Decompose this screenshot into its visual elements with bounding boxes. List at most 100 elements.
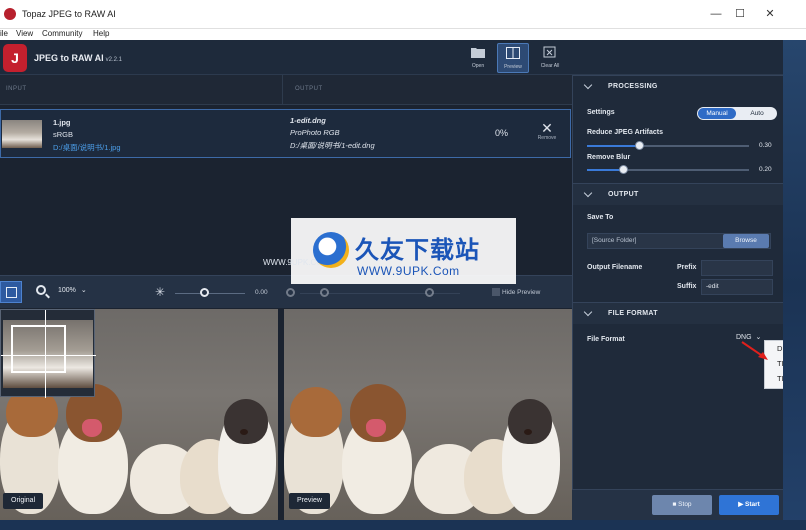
stop-button[interactable]: ■ Stop [652,495,712,515]
mode-auto-button[interactable]: Auto [739,108,775,119]
close-icon: ✕ [541,120,553,136]
menu-bar: ile View Community Help [0,29,806,40]
file-format-label: File Format [587,336,625,343]
chevron-down-icon: ⌄ [80,287,87,294]
prefix-label: Prefix [677,264,697,271]
navigator-guide-horizontal [1,355,96,356]
open-button[interactable]: Open [462,43,494,73]
file-thumbnail [2,120,42,148]
watermark-overlay: WWW.9UPK.COM 久友下载站 WWW.9UPK.Com [263,218,516,284]
preview-label: Preview [289,493,330,509]
app-header: J JPEG to RAW AI v2.2.1 Open Preview Clea… [0,40,572,75]
clear-all-button[interactable]: Clear All [534,43,566,73]
puppy-nose [240,429,248,435]
puppy-head [224,399,268,444]
hide-preview-toggle[interactable]: Hide Preview [492,288,541,296]
checkbox-icon [492,288,500,296]
maximize-button[interactable]: ☐ [730,5,750,23]
start-button[interactable]: ▶ Start [719,495,779,515]
original-label: Original [3,493,44,509]
close-button[interactable]: ✕ [760,5,780,23]
preview-slider-knob-3[interactable] [320,288,329,297]
window-title: Topaz JPEG to RAW AI [22,9,116,19]
mode-manual-button[interactable]: Manual [698,108,736,119]
input-column-header: INPUT [6,86,27,92]
preview-slider-track[interactable] [175,293,245,294]
reduce-artifacts-value: 0.30 [759,142,772,149]
output-color-space: ProPhoto RGB [290,128,340,137]
puppy-tongue [366,419,386,437]
remove-blur-knob[interactable] [619,165,628,174]
hide-preview-label: Hide Preview [502,289,541,296]
reduce-artifacts-knob[interactable] [635,141,644,150]
navigator-panel[interactable] [0,309,96,398]
menu-file[interactable]: ile [0,29,8,39]
prefix-input[interactable] [701,260,773,276]
window-titlebar: Topaz JPEG to RAW AI — ☐ ✕ [0,0,806,29]
zoom-select[interactable]: 100% ⌄ [58,286,98,300]
output-filename-label: Output Filename [587,264,643,271]
menu-view[interactable]: View [16,29,33,39]
preview-button[interactable]: Preview [497,43,529,73]
output-file-path: D:/桌面/说明书/1-edit.dng [290,141,375,150]
app-icon [4,8,16,20]
navigator-viewbox[interactable] [11,325,66,373]
output-section-header[interactable]: OUTPUT [573,183,784,205]
input-file-name: 1.jpg [53,118,71,127]
output-title: OUTPUT [608,191,639,198]
reduce-artifacts-label: Reduce JPEG Artifacts [587,129,663,136]
suffix-input[interactable]: -edit [701,279,773,295]
file-format-title: FILE FORMAT [608,310,658,317]
zoom-value: 100% [58,287,76,294]
navigator-guide-vertical [45,310,46,398]
app-version: v2.2.1 [105,57,123,63]
remove-button[interactable]: ✕ Remove [535,121,559,141]
start-label: Start [745,501,760,508]
file-format-section-header[interactable]: FILE FORMAT [573,302,784,324]
input-file-path[interactable]: D:/桌面/说明书/1.jpg [53,142,121,153]
puppy-head [290,387,342,437]
menu-community[interactable]: Community [42,29,82,39]
file-row[interactable]: 1.jpg sRGB D:/桌面/说明书/1.jpg 1-edit.dng Pr… [0,109,571,158]
app-logo: J [3,44,27,72]
brightness-icon: ✳ [154,285,166,299]
settings-label: Settings [587,109,615,116]
preview-slider-knob-4[interactable] [425,288,434,297]
annotation-arrow-icon [741,341,768,360]
preview-slider-value: 0.00 [255,289,268,296]
menu-help[interactable]: Help [93,29,109,39]
input-color-space: sRGB [53,130,74,139]
zoom-icon[interactable] [36,285,46,295]
mode-toggle[interactable]: Manual Auto [697,107,777,120]
output-file-name: 1-edit.dng [290,116,326,125]
desktop-background [783,40,806,530]
save-to-label: Save To [587,214,614,221]
column-divider [282,75,283,105]
clear-all-icon [543,46,556,58]
chevron-down-icon [583,188,593,198]
preview-slider-knob-2[interactable] [286,288,295,297]
chevron-down-icon [583,307,593,317]
reduce-artifacts-slider[interactable] [587,145,749,147]
remove-label: Remove [537,135,557,141]
processing-section-header[interactable]: PROCESSING [573,75,784,97]
progress-percent: 0% [495,128,509,138]
remove-blur-label: Remove Blur [587,154,631,161]
preview-slider-knob[interactable] [200,288,209,297]
preview-label: Preview [504,64,522,70]
processing-title: PROCESSING [608,83,658,90]
split-view-button[interactable] [0,281,22,303]
app-name: JPEG to RAW AI [34,53,104,63]
settings-panel: PROCESSING Settings Manual Auto Reduce J… [572,75,784,520]
suffix-label: Suffix [677,283,697,290]
watermark-logo-icon [313,232,349,268]
browse-button[interactable]: Browse [723,234,769,248]
action-bar: ■ Stop ▶ Start [572,489,783,520]
chevron-down-icon [583,80,593,90]
right-header-strip [572,40,783,75]
preview-icon [506,47,520,59]
remove-blur-slider[interactable] [587,169,749,171]
preview-image[interactable]: Preview [284,309,572,520]
minimize-button[interactable]: — [706,5,726,23]
watermark-title: 久友下载站 [355,237,480,264]
